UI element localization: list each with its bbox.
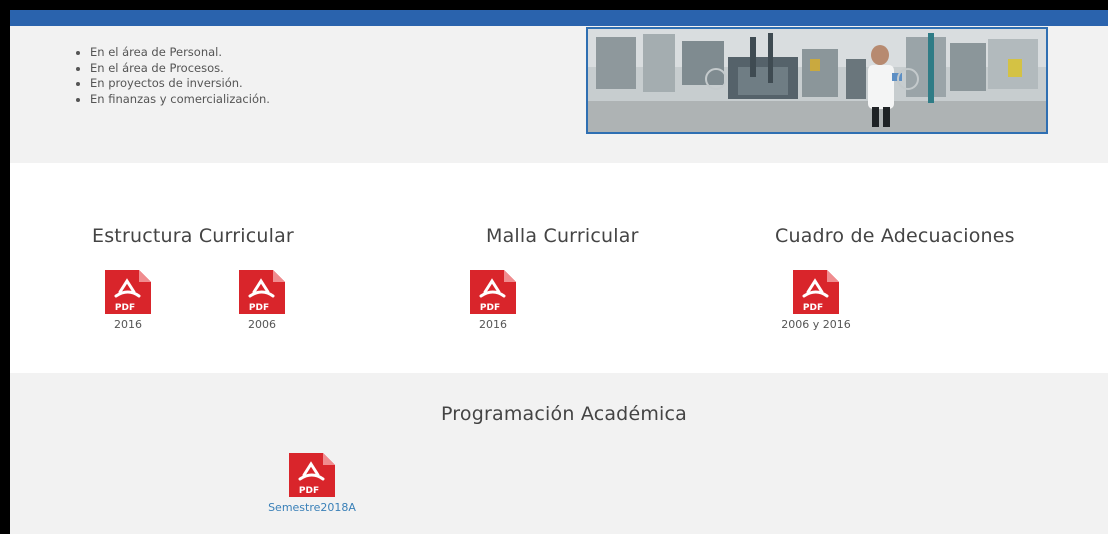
pdf-file-icon: PDF [105, 270, 151, 314]
svg-text:PDF: PDF [115, 303, 135, 313]
svg-text:PDF: PDF [480, 303, 500, 313]
pdf-file-icon: PDF [793, 270, 839, 314]
page-frame: En el área de Personal. En el área de Pr… [10, 10, 1108, 534]
list-item [90, 36, 270, 45]
malla-2016-pdf-link[interactable]: PDF 2016 [468, 268, 518, 331]
pdf-file-icon: PDF [239, 270, 285, 314]
industrial-lab-photo [586, 27, 1048, 134]
semestre2018a-pdf-link[interactable]: PDF Semestre2018A [268, 451, 356, 514]
svg-text:PDF: PDF [803, 303, 823, 313]
file-label: Semestre2018A [268, 501, 356, 514]
file-label: 2006 [248, 318, 276, 331]
file-label: 2016 [114, 318, 142, 331]
career-field-list: En el área de Personal. En el área de Pr… [76, 36, 270, 107]
header-bar [10, 10, 1108, 26]
programacion-section: Programación Académica PDF Semestre2018A [10, 373, 1108, 534]
pdf-file-icon: PDF [289, 453, 335, 497]
estructura-curricular-title: Estructura Curricular [92, 224, 294, 247]
estructura-2016-pdf-link[interactable]: PDF 2016 [103, 268, 153, 331]
estructura-2006-pdf-link[interactable]: PDF 2006 [237, 268, 287, 331]
programacion-academica-title: Programación Académica [440, 403, 688, 425]
pdf-file-icon: PDF [470, 270, 516, 314]
svg-text:PDF: PDF [299, 486, 319, 496]
svg-text:PDF: PDF [249, 303, 269, 313]
list-item: En el área de Personal. [90, 45, 270, 61]
documents-section: Estructura Curricular Malla Curricular C… [10, 163, 1108, 373]
list-item: En finanzas y comercialización. [90, 92, 270, 108]
cuadro-2006-2016-pdf-link[interactable]: PDF 2006 y 2016 [781, 268, 851, 331]
file-label: 2016 [479, 318, 507, 331]
list-item: En el área de Procesos. [90, 61, 270, 77]
file-label: 2006 y 2016 [781, 318, 851, 331]
malla-curricular-title: Malla Curricular [486, 224, 639, 247]
cuadro-adecuaciones-title: Cuadro de Adecuaciones [775, 224, 1015, 247]
intro-section: En el área de Personal. En el área de Pr… [10, 26, 1108, 163]
list-item: En proyectos de inversión. [90, 76, 270, 92]
